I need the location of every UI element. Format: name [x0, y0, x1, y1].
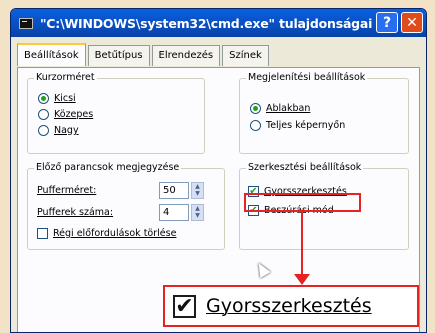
cursor-size-group: Kurzorméret Kicsi Közepes Nagy: [27, 72, 205, 154]
cursor-large-label: Nagy: [54, 125, 79, 136]
checkbox-icon[interactable]: [37, 228, 48, 239]
radio-selected-icon[interactable]: [250, 103, 261, 114]
tab-layout[interactable]: Elrendezés: [151, 45, 221, 66]
discard-old-option[interactable]: Régi előfordulások törlése: [37, 228, 176, 239]
close-button[interactable]: ✕: [401, 12, 423, 33]
command-history-group: Előző parancsok megjegyzése Pufferméret:…: [27, 162, 225, 250]
spin-down-icon[interactable]: ▼: [195, 191, 200, 197]
buffer-size-input[interactable]: 50: [159, 182, 189, 199]
buffer-count-row: Pufferek száma:: [37, 207, 113, 218]
callout-label: Gyorsszerkesztés: [206, 295, 372, 317]
quick-edit-callout: ✔ Gyorsszerkesztés: [163, 285, 419, 327]
tab-colors[interactable]: Színek: [222, 45, 269, 66]
edit-options-group-title: Szerkesztési beállítások: [246, 162, 364, 173]
spin-down-icon[interactable]: ▼: [195, 213, 200, 219]
buffer-count-spinner[interactable]: ▲ ▼: [191, 204, 204, 221]
cursor-small-option[interactable]: Kicsi: [38, 93, 76, 104]
display-window-option[interactable]: Ablakban: [250, 103, 310, 114]
tab-font[interactable]: Betűtípus: [87, 45, 150, 66]
help-button[interactable]: ?: [376, 12, 398, 33]
arrow-line: [301, 212, 303, 278]
title-bar[interactable]: "C:\WINDOWS\system32\cmd.exe" tulajdonsá…: [11, 9, 426, 37]
display-window-label: Ablakban: [266, 103, 311, 114]
buffer-size-label: Pufferméret:: [37, 185, 97, 196]
tab-settings[interactable]: Beállítások: [17, 43, 86, 66]
display-fullscreen-label: Teljes képernyőn: [266, 120, 346, 131]
display-options-group-title: Megjelenítési beállítások: [246, 72, 368, 83]
quick-edit-highlight-box: [244, 193, 361, 212]
buffer-count-label: Pufferek száma:: [37, 207, 114, 218]
cursor-medium-option[interactable]: Közepes: [38, 109, 93, 120]
radio-icon[interactable]: [250, 120, 261, 131]
cursor-medium-label: Közepes: [54, 109, 94, 120]
checkbox-checked-icon: ✔: [173, 294, 196, 318]
display-fullscreen-option[interactable]: Teljes képernyőn: [250, 120, 345, 131]
spin-up-icon[interactable]: ▲: [195, 183, 200, 190]
radio-icon[interactable]: [38, 109, 49, 120]
discard-old-label: Régi előfordulások törlése: [53, 228, 177, 239]
command-history-group-title: Előző parancsok megjegyzése: [34, 162, 182, 173]
radio-icon[interactable]: [38, 125, 49, 136]
buffer-count-input[interactable]: 4: [159, 204, 189, 221]
spin-up-icon[interactable]: ▲: [195, 205, 200, 212]
buffer-size-spinner[interactable]: ▲ ▼: [191, 182, 204, 199]
radio-selected-icon[interactable]: [38, 93, 49, 104]
window-title: "C:\WINDOWS\system32\cmd.exe" tulajdonsá…: [40, 15, 373, 31]
cursor-small-label: Kicsi: [54, 93, 76, 104]
buffer-size-row: Pufferméret:: [37, 185, 96, 196]
cursor-size-group-title: Kurzorméret: [34, 72, 97, 83]
tab-strip: Beállítások Betűtípus Elrendezés Színek: [17, 43, 271, 67]
cmd-app-icon: [19, 17, 33, 29]
display-options-group: Megjelenítési beállítások Ablakban Telje…: [239, 72, 409, 154]
cursor-large-option[interactable]: Nagy: [38, 125, 79, 136]
